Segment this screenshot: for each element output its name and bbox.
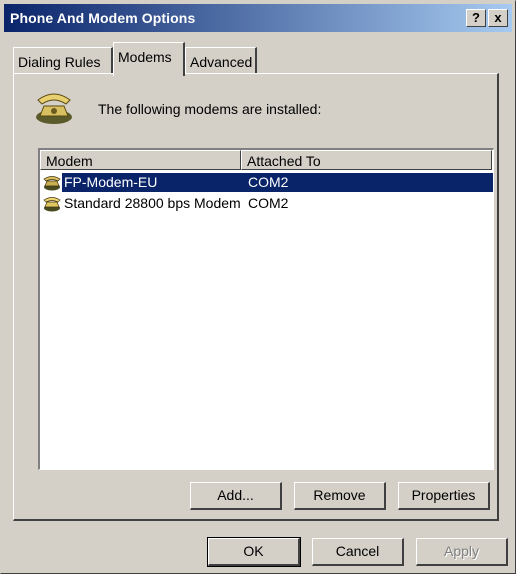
modem-port: COM2 bbox=[248, 195, 289, 211]
cancel-button-label: Cancel bbox=[335, 543, 380, 559]
properties-button-label: Properties bbox=[411, 487, 476, 503]
column-header-modem[interactable]: Modem bbox=[40, 150, 241, 170]
title-bar[interactable]: Phone And Modem Options ? x bbox=[4, 4, 512, 32]
close-button[interactable]: x bbox=[488, 9, 508, 27]
add-button-label: Add... bbox=[217, 487, 254, 503]
modem-name: FP-Modem-EU bbox=[64, 174, 158, 190]
list-item[interactable]: Standard 28800 bps Modem COM2 bbox=[40, 193, 492, 214]
ok-button[interactable]: OK bbox=[207, 537, 301, 567]
add-button[interactable]: Add... bbox=[190, 482, 282, 510]
ok-button-label: OK bbox=[243, 543, 264, 559]
dialog-window: Phone And Modem Options ? x Dialing Rule… bbox=[0, 0, 516, 574]
tab-dialing-rules[interactable]: Dialing Rules bbox=[13, 47, 113, 73]
modems-panel: The following modems are installed: Mode… bbox=[13, 73, 499, 521]
help-button[interactable]: ? bbox=[466, 9, 486, 27]
modem-icon bbox=[43, 197, 61, 212]
list-header: Modem Attached To bbox=[40, 150, 492, 170]
cancel-button[interactable]: Cancel bbox=[312, 538, 404, 566]
list-item[interactable]: FP-Modem-EU COM2 bbox=[40, 172, 493, 193]
apply-button-label: Apply bbox=[443, 543, 480, 559]
modem-port: COM2 bbox=[248, 174, 289, 190]
properties-button[interactable]: Properties bbox=[398, 482, 490, 510]
remove-button[interactable]: Remove bbox=[294, 482, 386, 510]
telephone-icon bbox=[36, 93, 72, 124]
remove-button-label: Remove bbox=[313, 487, 366, 503]
modem-name: Standard 28800 bps Modem bbox=[64, 195, 241, 211]
modem-icon bbox=[43, 176, 61, 191]
tab-modems[interactable]: Modems bbox=[113, 42, 185, 76]
tab-advanced[interactable]: Advanced bbox=[185, 47, 257, 73]
window-title: Phone And Modem Options bbox=[10, 10, 196, 26]
apply-button[interactable]: Apply bbox=[416, 538, 508, 566]
column-header-attached-to[interactable]: Attached To bbox=[241, 150, 492, 170]
installed-modems-label: The following modems are installed: bbox=[98, 101, 322, 117]
modem-list[interactable]: Modem Attached To FP-Modem-EU COM2 Stand… bbox=[38, 148, 494, 470]
